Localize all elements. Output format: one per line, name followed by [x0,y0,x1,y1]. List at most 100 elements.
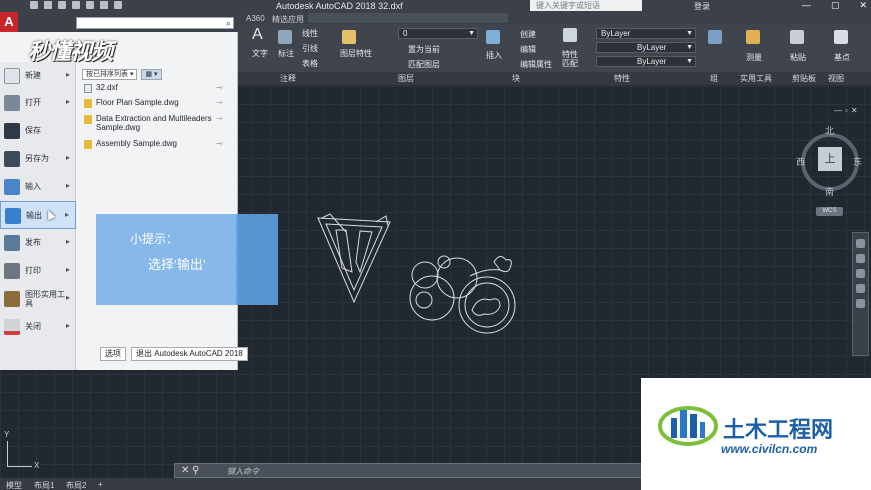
edit-attributes-button[interactable]: 编辑属性 [520,59,552,70]
login-button[interactable]: 登录 [694,1,710,12]
pin-icon[interactable]: ⊸ [216,114,223,123]
dimension-button[interactable]: 标注 [278,48,294,59]
showmotion-icon[interactable] [856,299,865,308]
menu-item-publish[interactable]: 发布 ▸ [0,229,76,257]
shield-top [321,213,389,233]
menu-item-close[interactable]: 关闭 ▸ [0,313,76,341]
new-file-icon[interactable] [30,1,38,9]
menu-item-import[interactable]: 输入 ▸ [0,173,76,201]
save-icon[interactable] [58,1,66,9]
maximize-button[interactable]: ▢ [831,0,840,11]
layer-properties-icon[interactable] [342,30,356,44]
pin-icon[interactable]: ⊸ [216,98,223,107]
layer-properties-button[interactable]: 图层特性 [340,48,372,59]
save-as-icon[interactable] [72,1,80,9]
menu-item-save[interactable]: 保存 [0,117,76,145]
pin-icon[interactable]: ⊸ [216,83,223,92]
viewcube-north[interactable]: 北 [825,124,834,137]
text-button[interactable]: 文字 [252,48,268,59]
pan-icon[interactable] [856,254,865,263]
close-icon[interactable]: ✕ ⚲ [181,465,199,476]
undo-icon[interactable] [100,1,108,9]
color-dropdown[interactable]: ByLayer ▼ [596,28,696,39]
leader-button[interactable]: 引线 [302,43,318,54]
menu-search-input[interactable]: ⌕ [76,17,234,29]
match-properties-icon[interactable] [563,28,577,42]
viewcube-west[interactable]: 西 [796,155,805,168]
menu-item-new[interactable]: 新建 ▸ [0,62,76,90]
measure-button[interactable]: 测量 [746,52,762,63]
linear-dim-button[interactable]: 线性 [302,28,318,39]
ribbon-group-labels: 注释 图层 块 特性 组 实用工具 剪贴板 视图 [238,72,871,85]
menu-item-open[interactable]: 打开 ▸ [0,89,76,117]
table-button[interactable]: 表格 [302,58,318,69]
tab-model[interactable]: 模型 [6,480,22,490]
full-navigation-wheel-icon[interactable] [856,239,865,248]
viewcube-top-face[interactable]: 上 [818,147,842,171]
viewport-controls[interactable]: —▫✕ [834,106,861,115]
wcs-menu[interactable]: WCS [816,207,843,216]
recent-view-icon[interactable]: ▦ ▾ [141,69,162,80]
lineweight-dropdown[interactable]: ByLayer ▼ [596,56,696,67]
group-icon[interactable] [708,30,722,44]
linetype-dropdown[interactable]: ByLayer ▼ [596,42,696,53]
chevron-down-icon: ▼ [468,30,475,37]
redo-icon[interactable] [114,1,122,9]
paste-button[interactable]: 粘贴 [790,52,806,63]
create-block-button[interactable]: 创建 [520,29,536,40]
view-group-label[interactable]: 视图 [828,73,844,84]
close-button[interactable]: ✕ [859,0,867,11]
properties-group-label[interactable]: 特性 [614,73,630,84]
annotation-group-label[interactable]: 注释 [280,73,296,84]
exit-autocad-button[interactable]: 退出 Autodesk AutoCAD 2018 [131,347,248,361]
command-input[interactable]: 键入命令 [227,466,259,477]
menu-item-drawing-utilities[interactable]: 图形实用工具 ▸ [0,285,76,313]
match-layer-button[interactable]: 匹配图层 [408,59,440,70]
chevron-right-icon: ▸ [65,70,70,79]
dimension-icon[interactable] [278,30,292,44]
options-button[interactable]: 选项 [100,347,126,361]
small-dot [437,255,451,269]
text-icon[interactable]: A [252,26,263,44]
edit-block-button[interactable]: 编辑 [520,44,536,55]
insert-block-icon[interactable] [486,30,500,44]
tab-expander [308,13,508,23]
clipboard-group-label[interactable]: 剪贴板 [792,73,816,84]
base-button[interactable]: 基点 [834,52,850,63]
layer-dropdown[interactable]: 0 ▼ [398,28,478,39]
help-search-input[interactable]: 键入关键字或短语 [530,0,642,11]
plot-icon[interactable] [86,1,94,9]
insert-block-button[interactable]: 插入 [486,50,502,61]
tab-layout1[interactable]: 布局1 [34,480,54,490]
menu-item-print[interactable]: 打印 ▸ [0,257,76,285]
ear-left [411,261,439,289]
utilities-group-label[interactable]: 实用工具 [740,73,772,84]
viewcube-south[interactable]: 南 [825,185,834,198]
viewcube-east[interactable]: 东 [853,155,862,168]
layers-group-label[interactable]: 图层 [398,73,414,84]
base-icon[interactable] [834,30,848,44]
autocad-logo-icon[interactable]: A [0,12,18,32]
command-line[interactable]: ✕ ⚲ 键入命令 [174,463,642,478]
civilcn-logo-icon [658,406,718,446]
measure-icon[interactable] [746,30,760,44]
zoom-icon[interactable] [856,269,865,278]
add-layout-button[interactable]: + [98,480,103,489]
groups-group-label[interactable]: 组 [710,73,718,84]
quick-access-toolbar[interactable] [30,1,122,9]
tab-a360[interactable]: A360 [246,14,265,23]
menu-item-export[interactable]: 输出 ▸ [0,201,76,229]
menu-item-save-as[interactable]: 另存为 ▸ [0,145,76,173]
match-properties-button[interactable]: 特性匹配 [562,50,582,68]
rabbit [471,298,501,316]
tab-layout2[interactable]: 布局2 [66,480,86,490]
recent-sort-dropdown[interactable]: 按已排序列表 ▾ [82,69,138,80]
shield-bar2 [355,230,373,274]
paste-icon[interactable] [790,30,804,44]
orbit-icon[interactable] [856,284,865,293]
pin-icon[interactable]: ⊸ [216,139,223,148]
minimize-button[interactable]: — [802,0,811,11]
block-group-label[interactable]: 块 [512,73,520,84]
set-current-layer-button[interactable]: 置为当前 [408,44,440,55]
open-file-icon[interactable] [44,1,52,9]
